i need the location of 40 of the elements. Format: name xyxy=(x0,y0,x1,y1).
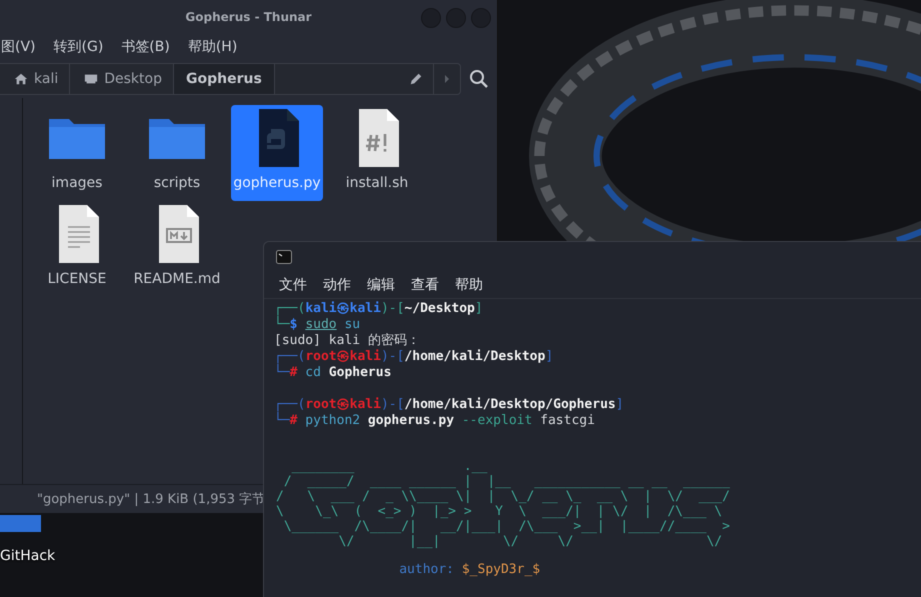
search-icon[interactable] xyxy=(469,69,489,89)
terminal-line: ┌──(kali㉿kali)-[~/Desktop] xyxy=(274,301,484,316)
menu-item[interactable]: 动作 xyxy=(323,276,351,294)
file-item[interactable]: images xyxy=(31,105,123,201)
file-item[interactable]: scripts xyxy=(131,105,223,201)
terminal-line: ┌──(root㉿kali)-[/home/kali/Desktop] xyxy=(274,349,554,364)
ascii-art-title-text: ________ .__ / _____/ ____ ______ | |__ ___________ __ __ ______ / \ ___ / _ \\____ \| | \_/ __ \_ __ \ | \/ ___/ \ \_\ ( <_> ) |_> > Y \ ___/| | \/ | /\___ \ \______ /\____/| __/|___| /\___ >__| |____//____ > \/ |__| \/ \/ \/ xyxy=(276,459,730,549)
forward-arrow-icon[interactable] xyxy=(443,73,451,85)
terminal-icon xyxy=(276,250,292,264)
terminal-line: └─$ sudo su xyxy=(274,317,362,333)
terminal-line: └─# python2 gopherus.py --exploit fastcgi xyxy=(274,413,596,429)
status-bar-text: "gopherus.py" | 1.9 KiB (1,953 字节 xyxy=(37,491,266,508)
edit-icon[interactable] xyxy=(409,72,423,86)
file-item[interactable]: LICENSE xyxy=(31,201,123,297)
folder-icon[interactable] xyxy=(0,515,41,532)
menu-item[interactable]: 转到(G) xyxy=(52,38,104,56)
menu-item[interactable]: 图(V) xyxy=(0,38,37,56)
file-item[interactable]: gopherus.py xyxy=(231,105,323,201)
path-button[interactable]: Desktop xyxy=(70,64,174,94)
terminal-line: [sudo] kali 的密码： xyxy=(274,333,421,349)
desktop-icon-label[interactable]: GitHack xyxy=(0,548,56,564)
menu-item[interactable]: 编辑 xyxy=(367,276,395,294)
maximize-button[interactable] xyxy=(446,8,466,28)
terminal-line: author: $_SpyD3r_$ xyxy=(399,562,542,578)
home-icon xyxy=(14,72,28,86)
file-item[interactable]: install.sh xyxy=(331,105,423,201)
menu-item[interactable]: 帮助(H) xyxy=(186,38,238,56)
window-title: Gopherus - Thunar xyxy=(185,10,312,24)
path-button[interactable]: kali xyxy=(0,64,70,94)
file-item[interactable]: README.md xyxy=(131,201,223,297)
menu-item[interactable]: 文件 xyxy=(279,276,307,294)
close-button[interactable] xyxy=(471,8,491,28)
menu-item[interactable]: 查看 xyxy=(411,276,439,294)
terminal-line: ┌──(root㉿kali)-[/home/kali/Desktop/Gopherus] xyxy=(274,396,625,412)
menu-item[interactable]: 帮助 xyxy=(455,276,483,294)
desktop-icon xyxy=(84,72,98,86)
path-button[interactable]: Gopherus xyxy=(174,64,275,94)
minimize-button[interactable] xyxy=(421,8,441,28)
menu-item[interactable]: 书签(B) xyxy=(120,38,171,56)
terminal-line: └─# cd Gopherus xyxy=(274,365,392,381)
